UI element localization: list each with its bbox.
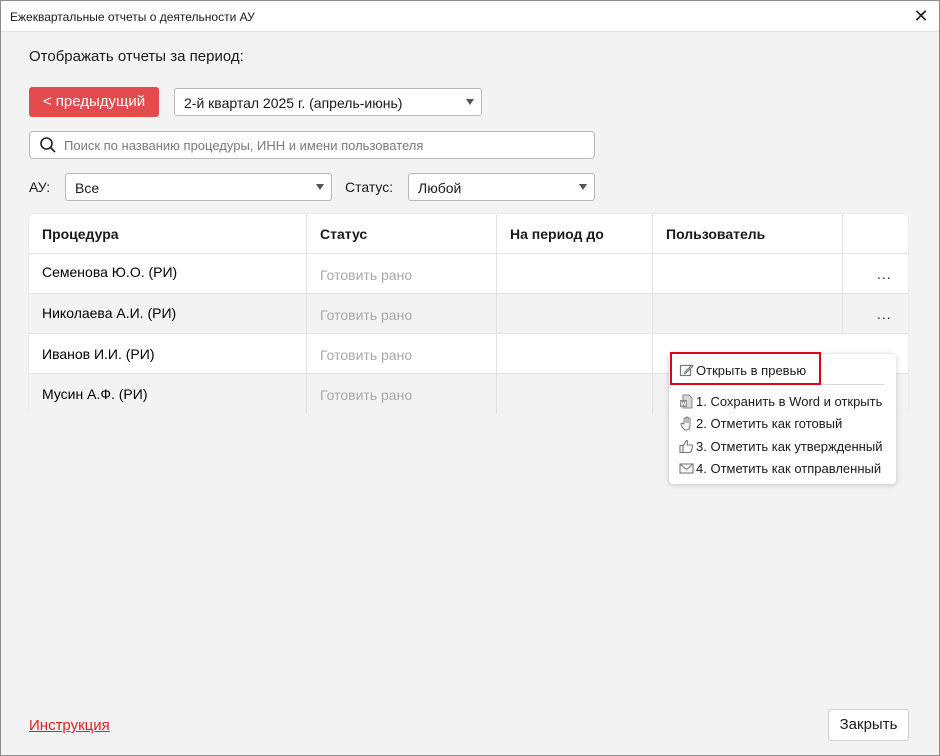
edit-icon [679, 364, 694, 377]
user-cell [653, 254, 843, 293]
row-actions-button[interactable]: ... [877, 306, 892, 322]
menu-divider [679, 384, 885, 385]
period-cell [497, 334, 653, 373]
menu-item-label: 1. Сохранить в Word и открыть [696, 394, 883, 409]
row-actions-button[interactable]: ... [877, 266, 892, 282]
status-cell: Готовить рано [307, 294, 497, 333]
column-header-actions [843, 214, 908, 253]
status-cell: Готовить рано [307, 254, 497, 293]
au-filter-value: Все [75, 180, 100, 196]
period-select-value: 2-й квартал 2025 г. (апрель-июнь) [184, 95, 403, 111]
column-header-period[interactable]: На период до [497, 214, 653, 253]
hand-icon [680, 416, 691, 431]
menu-item-label: 2. Отметить как готовый [696, 416, 843, 431]
search-input[interactable]: Поиск по названию процедуры, ИНН и имени… [29, 131, 595, 159]
au-filter-select[interactable]: Все [65, 173, 332, 201]
procedure-cell: Николаева А.И. (РИ) [29, 294, 307, 333]
chevron-down-icon [316, 184, 324, 190]
search-placeholder: Поиск по названию процедуры, ИНН и имени… [64, 138, 424, 153]
row-context-menu: Открыть в превью 1. Сохранить в Word и о… [669, 354, 896, 484]
word-icon [680, 394, 693, 409]
search-icon [40, 137, 56, 153]
menu-item-label: Открыть в превью [696, 363, 807, 378]
column-header-procedure[interactable]: Процедура [29, 214, 307, 253]
close-button[interactable]: Закрыть [828, 709, 909, 741]
window-title: Ежеквартальные отчеты о деятельности АУ [10, 10, 255, 24]
procedure-cell: Иванов И.И. (РИ) [29, 334, 307, 373]
column-header-user[interactable]: Пользователь [653, 214, 843, 253]
status-filter-select[interactable]: Любой [408, 173, 595, 201]
menu-item-label: 3. Отметить как утвержденный [696, 439, 883, 454]
title-bar: Ежеквартальные отчеты о деятельности АУ … [1, 1, 939, 32]
status-filter-value: Любой [418, 180, 462, 196]
table-header: Процедура Статус На период до Пользовате… [29, 214, 908, 254]
chevron-down-icon [579, 184, 587, 190]
previous-period-button[interactable]: < предыдущий [29, 87, 159, 117]
period-cell [497, 374, 653, 414]
table-row[interactable]: Николаева А.И. (РИ) Готовить рано ... [29, 294, 908, 334]
dialog-window: Ежеквартальные отчеты о деятельности АУ … [0, 0, 940, 756]
status-cell: Готовить рано [307, 334, 497, 373]
table-row[interactable]: Семенова Ю.О. (РИ) Готовить рано ... [29, 254, 908, 294]
envelope-icon [679, 463, 694, 474]
period-cell [497, 294, 653, 333]
status-cell: Готовить рано [307, 374, 497, 414]
menu-item-label: 4. Отметить как отправленный [696, 461, 882, 476]
period-cell [497, 254, 653, 293]
period-label: Отображать отчеты за период: [29, 48, 244, 65]
thumbs-up-icon [679, 440, 694, 454]
au-filter-label: АУ: [29, 179, 51, 195]
status-filter-label: Статус: [345, 179, 394, 195]
procedure-cell: Мусин А.Ф. (РИ) [29, 374, 307, 414]
procedure-cell: Семенова Ю.О. (РИ) [29, 254, 307, 293]
user-cell [653, 294, 843, 333]
column-header-status[interactable]: Статус [307, 214, 497, 253]
period-select[interactable]: 2-й квартал 2025 г. (апрель-июнь) [174, 88, 482, 116]
instruction-link[interactable]: Инструкция [29, 717, 110, 734]
close-icon[interactable]: ✕ [909, 5, 933, 27]
chevron-down-icon [466, 99, 474, 105]
